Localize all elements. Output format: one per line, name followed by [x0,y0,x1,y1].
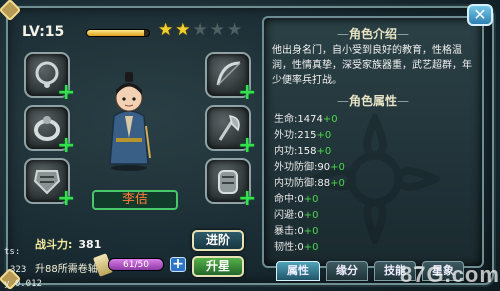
equip-slot-ring[interactable]: + [24,105,75,157]
attribute-value: 158 [297,146,317,157]
attribute-row: 内功防御:88+0 [274,176,345,192]
equip-slot-necklace[interactable]: + [24,52,75,104]
add-equip-icon[interactable]: + [57,188,75,210]
equip-slot-armor[interactable]: + [24,158,75,210]
attribute-row: 暴击:0+0 [274,224,319,240]
add-equip-icon[interactable]: + [57,82,75,104]
attribute-label: 生命: [274,114,298,125]
star-empty-icon: ★ [209,20,225,40]
attribute-label: 内功防御: [274,178,318,189]
exp-bar [86,29,150,37]
scroll-requirement-label: 升88所需卷轴: [35,264,102,275]
attribute-row: 闪避:0+0 [274,208,319,224]
attribute-bonus: +0 [303,194,319,205]
debug-text: ts: [4,247,21,257]
star-empty-icon: ★ [227,20,243,40]
attribute-row: 外功防御:90+0 [274,160,345,176]
attribute-value: 88 [317,178,331,189]
intro-title: —角色介绍— [336,27,409,41]
attribute-label: 外功: [274,130,298,141]
debug-text: 323 [10,265,27,275]
attribute-value: 1474 [297,114,323,125]
debug-text: y 0.012 [4,279,42,289]
add-equip-icon[interactable]: + [238,135,256,157]
upgrade-star-button[interactable]: 升星 [192,256,244,277]
add-equip-icon[interactable]: + [57,135,75,157]
attribute-bonus: +0 [303,210,319,221]
star-rating: ★ ★ ★ ★ ★ [158,22,242,39]
info-panel: —角色介绍— 他出身名门，自小受到良好的教育，性格温润，性情真挚，深受家族器重，… [262,16,484,268]
star-filled-icon: ★ [175,20,191,40]
equip-slot-weapon[interactable]: + [205,52,256,104]
attribute-value: 90 [317,162,331,173]
attribute-label: 韧性: [274,242,298,253]
attribute-bonus: +0 [330,178,345,189]
equip-slot-offhand[interactable]: + [205,105,256,157]
intro-text: 他出身名门，自小受到良好的教育，性格温润，性情真挚，深受家族器重，武艺超群，年少… [272,45,472,86]
advance-button[interactable]: 进阶 [192,230,244,251]
scroll-progress-text: 61/50 [123,260,149,270]
attribute-label: 闪避: [274,210,298,221]
star-filled-icon: ★ [158,20,174,40]
attribute-bonus: +0 [316,130,332,141]
attribute-bonus: +0 [322,114,338,125]
combat-power-value: 381 [78,238,102,251]
attribute-row: 外功:215+0 [274,128,331,144]
star-empty-icon: ★ [192,20,208,40]
attribute-bonus: +0 [330,162,345,173]
close-button[interactable]: ✕ [467,4,493,26]
add-scroll-button[interactable]: + [170,257,186,272]
hero-portrait [109,72,151,171]
combat-power-label: 战斗力: [35,238,73,251]
hero-info-window: LV:15 ★ ★ ★ ★ ★ + + + + + + 李佶 战斗力: 381 … [0,0,500,291]
attribute-label: 暴击: [274,226,298,237]
attribute-value: 215 [297,130,317,141]
hero-name-plate: 李佶 [92,190,178,210]
attribute-label: 外功防御: [274,162,318,173]
tab-fate[interactable]: 缘分 [326,261,368,281]
attribute-bonus: +0 [303,226,319,237]
tab-attributes[interactable]: 属性 [276,261,320,281]
exp-fill [87,30,145,36]
attribute-label: 命中: [274,194,298,205]
combat-power: 战斗力: 381 [35,236,101,252]
level-label: LV:15 [22,24,65,40]
attribute-bonus: +0 [303,242,319,253]
attribute-row: 命中:0+0 [274,192,319,208]
attribute-bonus: +0 [316,146,332,157]
attribute-label: 内功: [274,146,298,157]
add-equip-icon[interactable]: + [238,188,256,210]
watermark-logo: 87G.com [400,262,500,287]
attribute-row: 生命:1474+0 [274,112,338,128]
attribute-row: 韧性:0+0 [274,240,319,256]
scroll-progress-bar: 61/50 [108,258,164,271]
add-equip-icon[interactable]: + [238,82,256,104]
attributes-title: —角色属性— [336,94,409,108]
equip-slot-bracer[interactable]: + [205,158,256,210]
attribute-row: 内功:158+0 [274,144,331,160]
